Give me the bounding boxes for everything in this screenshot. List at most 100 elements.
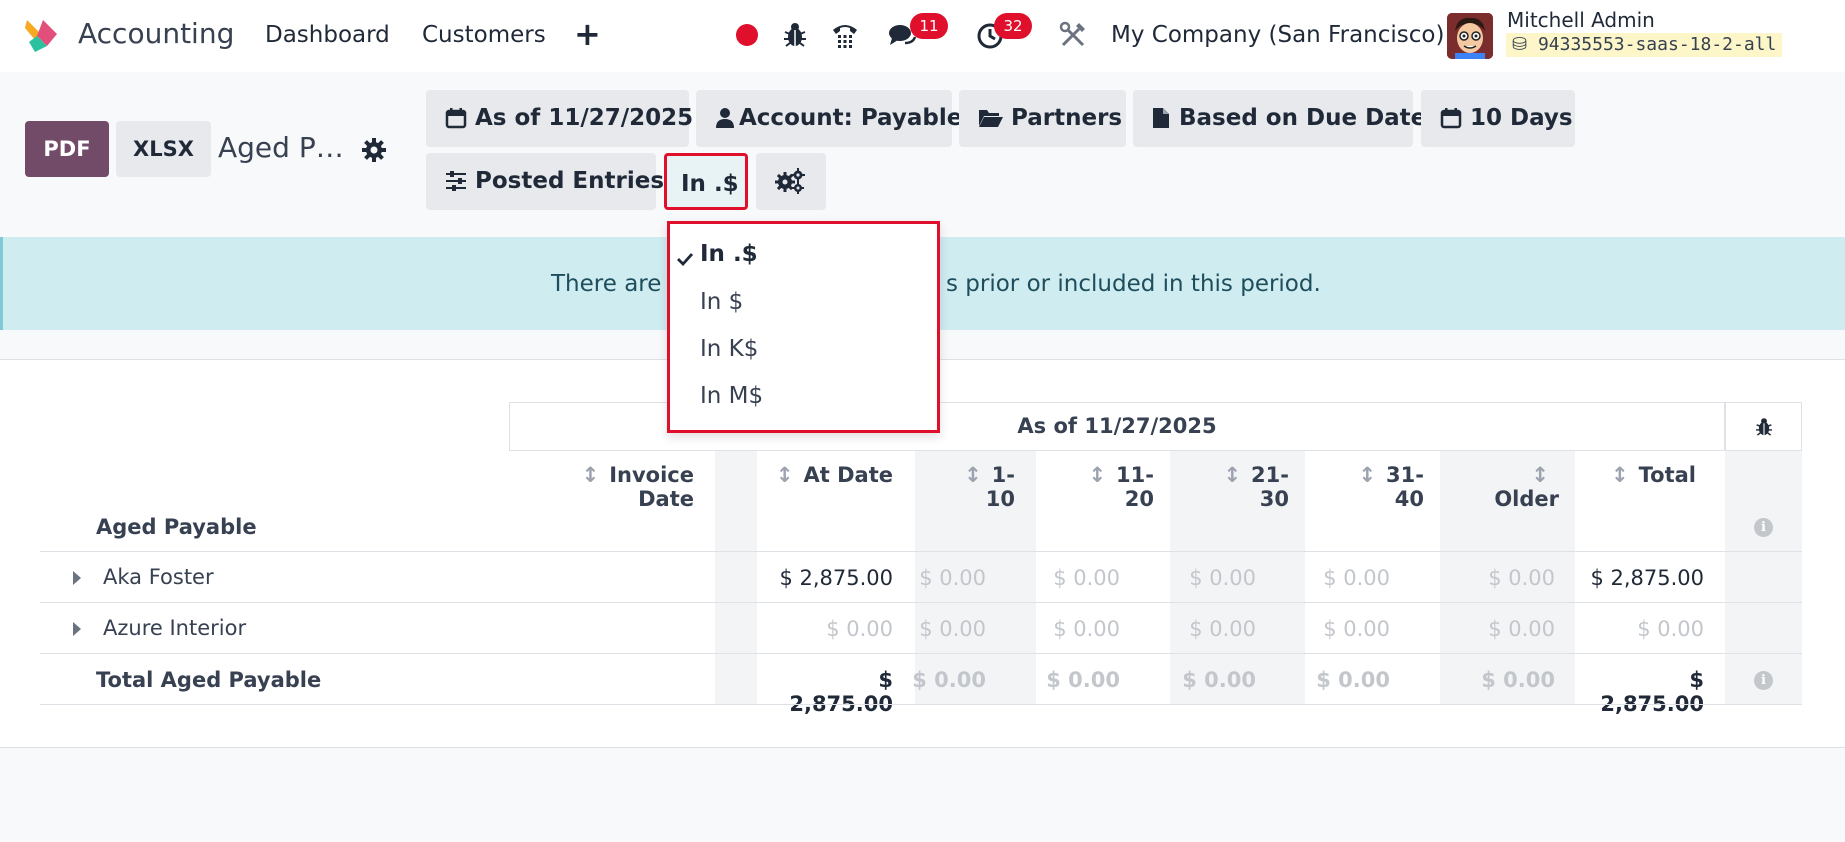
rounding-option[interactable]: In .$ — [700, 241, 758, 267]
filter-period[interactable]: 10 Days — [1421, 90, 1575, 147]
filter-period-label: 10 Days — [1470, 105, 1573, 131]
row-divider — [40, 602, 1802, 603]
alert-text-start: There are — [551, 271, 662, 297]
table-cell: $ 2,875.00 — [1600, 668, 1704, 716]
quick-create-icon[interactable]: + — [574, 15, 601, 53]
xlsx-button[interactable]: XLSX — [116, 121, 211, 177]
rounding-option[interactable]: In K$ — [700, 336, 758, 362]
table-cell[interactable]: $ 0.00 — [1270, 617, 1390, 641]
sort-icon: ↕ — [775, 463, 794, 487]
info-icon[interactable]: i — [1754, 518, 1773, 537]
report-options-button[interactable] — [756, 153, 826, 210]
recording-icon[interactable] — [736, 24, 758, 46]
expand-caret-icon[interactable] — [73, 622, 81, 636]
debug-column-header[interactable] — [1725, 402, 1802, 451]
column-1-10[interactable]: ↕ 1-10 — [940, 463, 1015, 511]
table-cell[interactable]: $ 0.00 — [1270, 566, 1390, 590]
company-switcher[interactable]: My Company (San Francisco) — [1111, 22, 1444, 48]
sort-icon: ↕ — [1531, 463, 1549, 487]
check-icon — [677, 253, 693, 266]
expand-caret-icon[interactable] — [73, 571, 81, 585]
table-cell: $ 0.00 — [1316, 668, 1390, 692]
partner-row-label[interactable]: Aka Foster — [103, 565, 214, 589]
column-11-20[interactable]: ↕ 11-20 — [1064, 463, 1154, 511]
sort-icon: ↕ — [1358, 463, 1377, 487]
sort-icon: ↕ — [1088, 463, 1107, 487]
table-cell[interactable]: $ 0.00 — [1136, 566, 1256, 590]
rounding-option[interactable]: In M$ — [700, 383, 763, 409]
table-cell[interactable]: $ 0.00 — [1435, 617, 1555, 641]
document-icon — [1153, 108, 1169, 128]
filter-posted-entries[interactable]: Posted Entries — [426, 153, 664, 210]
column-label: 11-20 — [1116, 463, 1154, 511]
column-31-40[interactable]: ↕ 31-40 — [1334, 463, 1424, 511]
column-label: Older — [1494, 487, 1559, 511]
sort-icon: ↕ — [1223, 463, 1242, 487]
filter-account[interactable]: Account: Payable — [696, 90, 962, 147]
database-name: ⛁ 94335553-saas-18-2-all — [1506, 33, 1783, 57]
column-21-30[interactable]: ↕ 21-30 — [1199, 463, 1289, 511]
report-title: Aged P… — [218, 131, 344, 164]
nav-customers[interactable]: Customers — [422, 22, 546, 48]
column-invoice-date[interactable]: ↕ Invoice Date — [540, 463, 694, 511]
app-title[interactable]: Accounting — [78, 17, 234, 50]
filter-account-label: Account: Payable — [739, 105, 963, 131]
table-cell: $ 0.00 — [1046, 668, 1120, 692]
row-divider — [40, 551, 1802, 552]
filter-based-on-label: Based on Due Date — [1179, 105, 1427, 131]
column-at-date[interactable]: ↕ At Date — [760, 463, 893, 487]
accounting-logo-icon[interactable] — [23, 16, 61, 54]
bug-icon[interactable] — [780, 20, 810, 50]
column-label: 31-40 — [1386, 463, 1424, 511]
filter-rounding-label: In .$ — [681, 171, 739, 197]
gear-icon[interactable] — [361, 137, 387, 163]
messages-count-badge: 11 — [910, 13, 948, 39]
nav-dashboard[interactable]: Dashboard — [265, 22, 390, 48]
rounding-option[interactable]: In $ — [700, 289, 743, 315]
table-cell[interactable]: $ 0.00 — [866, 566, 986, 590]
table-cell[interactable]: $ 0.00 — [1584, 617, 1704, 641]
filter-based-on[interactable]: Based on Due Date — [1133, 90, 1426, 147]
database-icon: ⛁ — [1512, 34, 1528, 55]
user-name[interactable]: Mitchell Admin — [1507, 8, 1655, 32]
filter-partners[interactable]: Partners — [959, 90, 1126, 147]
table-cell[interactable]: $ 0.00 — [1000, 617, 1120, 641]
info-icon[interactable]: i — [1754, 671, 1773, 690]
partner-row-label[interactable]: Azure Interior — [103, 616, 246, 640]
rounding-dropdown-menu: In .$ In $ In K$ In M$ — [667, 221, 940, 433]
table-cell[interactable]: $ 0.00 — [1000, 566, 1120, 590]
folder-open-icon — [979, 110, 1003, 127]
row-divider — [40, 653, 1802, 654]
activities-count-badge: 32 — [994, 13, 1032, 39]
pdf-button[interactable]: PDF — [25, 121, 109, 177]
table-cell[interactable]: $ 0.00 — [1136, 617, 1256, 641]
total-row-label: Total Aged Payable — [96, 668, 322, 692]
sliders-icon — [446, 171, 466, 191]
column-shade — [715, 451, 757, 704]
table-cell[interactable]: $ 0.00 — [1435, 566, 1555, 590]
user-avatar[interactable] — [1447, 13, 1493, 59]
sort-icon: ↕ — [964, 463, 982, 487]
gears-icon — [775, 168, 805, 194]
table-cell[interactable]: $ 2,875.00 — [1584, 566, 1704, 590]
filter-as-of-label: As of 11/27/2025 — [475, 105, 694, 131]
filter-rounding[interactable]: In .$ — [664, 153, 748, 210]
table-cell[interactable]: $ 0.00 — [866, 617, 986, 641]
column-shade — [1725, 451, 1802, 704]
column-total[interactable]: ↕ Total — [1604, 463, 1696, 487]
column-older[interactable]: ↕Older — [1469, 463, 1559, 511]
table-cell: $ 0.00 — [912, 668, 986, 692]
filter-as-of-date[interactable]: As of 11/27/2025 — [426, 90, 693, 147]
calendar-icon — [1440, 108, 1462, 129]
table-cell: $ 0.00 — [1182, 668, 1256, 692]
section-aged-payable: Aged Payable — [96, 515, 257, 539]
filter-partners-label: Partners — [1011, 105, 1123, 131]
sort-icon: ↕ — [581, 463, 600, 487]
filter-posted-label: Posted Entries — [475, 168, 665, 194]
database-label: 94335553-saas-18-2-all — [1537, 34, 1777, 55]
phone-icon[interactable] — [830, 20, 860, 50]
column-label: Total — [1638, 463, 1696, 487]
sort-icon: ↕ — [1611, 463, 1629, 487]
bug-icon[interactable] — [1753, 416, 1775, 438]
tools-icon[interactable] — [1058, 20, 1088, 50]
